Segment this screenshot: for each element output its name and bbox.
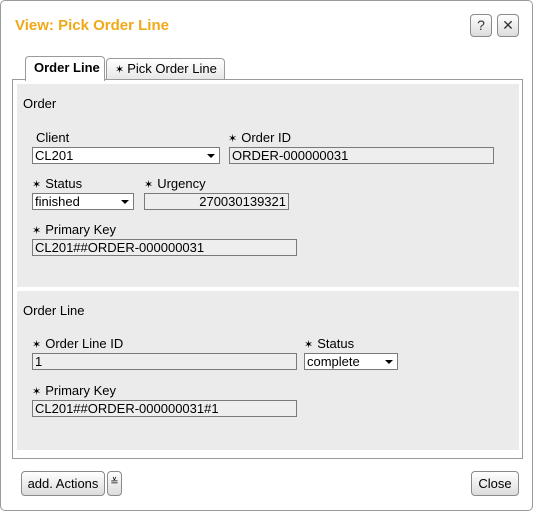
required-marker-icon: ✶ [228,133,238,145]
order-line-id-field[interactable]: 1 [32,353,297,370]
order-section-title: Order [23,96,57,111]
line-primary-key-label: ✶ Primary Key [32,383,117,398]
line-status-label: ✶ Status [304,336,355,351]
tab-order-line[interactable]: Order Line [25,56,105,81]
order-id-field[interactable]: ORDER-000000031 [229,147,494,164]
order-line-section-title: Order Line [23,303,85,318]
status-label: ✶ Status [32,176,83,191]
order-panel: Order Client CL201 ✶ Order ID ORDER-00000… [17,84,519,287]
tab-pick-order-line[interactable]: ✶ Pick Order Line [106,58,225,80]
required-marker-icon: ✶ [115,64,125,76]
more-actions-button[interactable]: ≚ [107,471,122,496]
close-window-button[interactable]: ✕ [497,14,519,37]
close-button[interactable]: Close [471,471,519,496]
help-button[interactable]: ? [470,14,492,37]
required-marker-icon: ✶ [32,225,42,237]
add-actions-button[interactable]: add. Actions [21,471,105,496]
order-primary-key-label: ✶ Primary Key [32,222,117,237]
tab-content: Order Client CL201 ✶ Order ID ORDER-00000… [12,79,523,459]
close-icon: ✕ [502,17,514,33]
required-marker-icon: ✶ [304,339,314,351]
order-id-label: ✶ Order ID [228,130,292,145]
client-label: Client [36,130,70,145]
urgency-field[interactable]: 270030139321 [144,193,289,210]
required-marker-icon: ✶ [32,339,42,351]
order-line-primary-key-field[interactable]: CL201##ORDER-000000031#1 [32,400,297,417]
chevron-down-icon [385,360,393,364]
order-status-select[interactable]: finished [32,193,134,210]
tab-label: Order Line [34,60,100,75]
required-marker-icon: ✶ [32,179,42,191]
client-select[interactable]: CL201 [32,147,220,164]
chevron-down-icon [121,200,129,204]
order-primary-key-field[interactable]: CL201##ORDER-000000031 [32,239,297,256]
help-icon: ? [477,17,485,33]
urgency-label: ✶ Urgency [144,176,206,191]
dialog-window: View: Pick Order Line ? ✕ Order Line ✶ Pi… [0,0,533,511]
order-line-id-label: ✶ Order Line ID [32,336,124,351]
double-chevron-down-icon: ≚ [110,477,119,488]
dialog-title: View: Pick Order Line [15,17,169,34]
chevron-down-icon [207,154,215,158]
required-marker-icon: ✶ [32,386,42,398]
order-line-panel: Order Line ✶ Order Line ID 1 ✶ Status comp… [17,291,519,450]
tab-label: Pick Order Line [127,61,217,76]
order-line-status-select[interactable]: complete [304,353,398,370]
required-marker-icon: ✶ [144,179,154,191]
